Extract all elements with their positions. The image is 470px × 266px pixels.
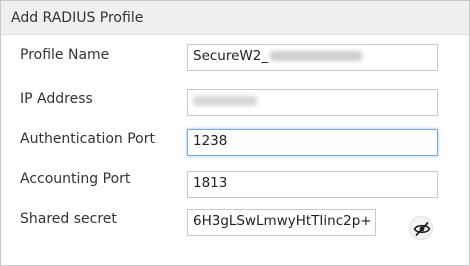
add-radius-profile-dialog: Add RADIUS Profile Profile Name SecureW2… bbox=[0, 0, 470, 266]
dialog-header: Add RADIUS Profile bbox=[1, 1, 469, 35]
toggle-secret-visibility-button[interactable] bbox=[409, 216, 433, 240]
dialog-title: Add RADIUS Profile bbox=[11, 10, 144, 26]
eye-slash-icon bbox=[413, 222, 431, 236]
accounting-port-value: 1813 bbox=[193, 175, 228, 191]
ip-address-input[interactable] bbox=[187, 89, 438, 116]
authentication-port-label: Authentication Port bbox=[20, 131, 155, 147]
accounting-port-input[interactable]: 1813 bbox=[187, 171, 438, 198]
ip-address-label: IP Address bbox=[20, 91, 93, 107]
redacted-text bbox=[193, 96, 257, 106]
authentication-port-input[interactable]: 1238 bbox=[187, 129, 438, 156]
profile-name-value: SecureW2_ bbox=[193, 48, 269, 64]
shared-secret-input[interactable]: 6H3gLSwLmwyHtTIinc2p+ bbox=[187, 209, 376, 236]
redacted-text bbox=[270, 51, 363, 61]
shared-secret-value: 6H3gLSwLmwyHtTIinc2p+ bbox=[193, 213, 372, 229]
authentication-port-value: 1238 bbox=[193, 133, 228, 149]
shared-secret-label: Shared secret bbox=[20, 211, 117, 227]
profile-name-input[interactable]: SecureW2_ bbox=[187, 44, 438, 71]
profile-name-label: Profile Name bbox=[20, 47, 110, 63]
accounting-port-label: Accounting Port bbox=[20, 171, 131, 187]
